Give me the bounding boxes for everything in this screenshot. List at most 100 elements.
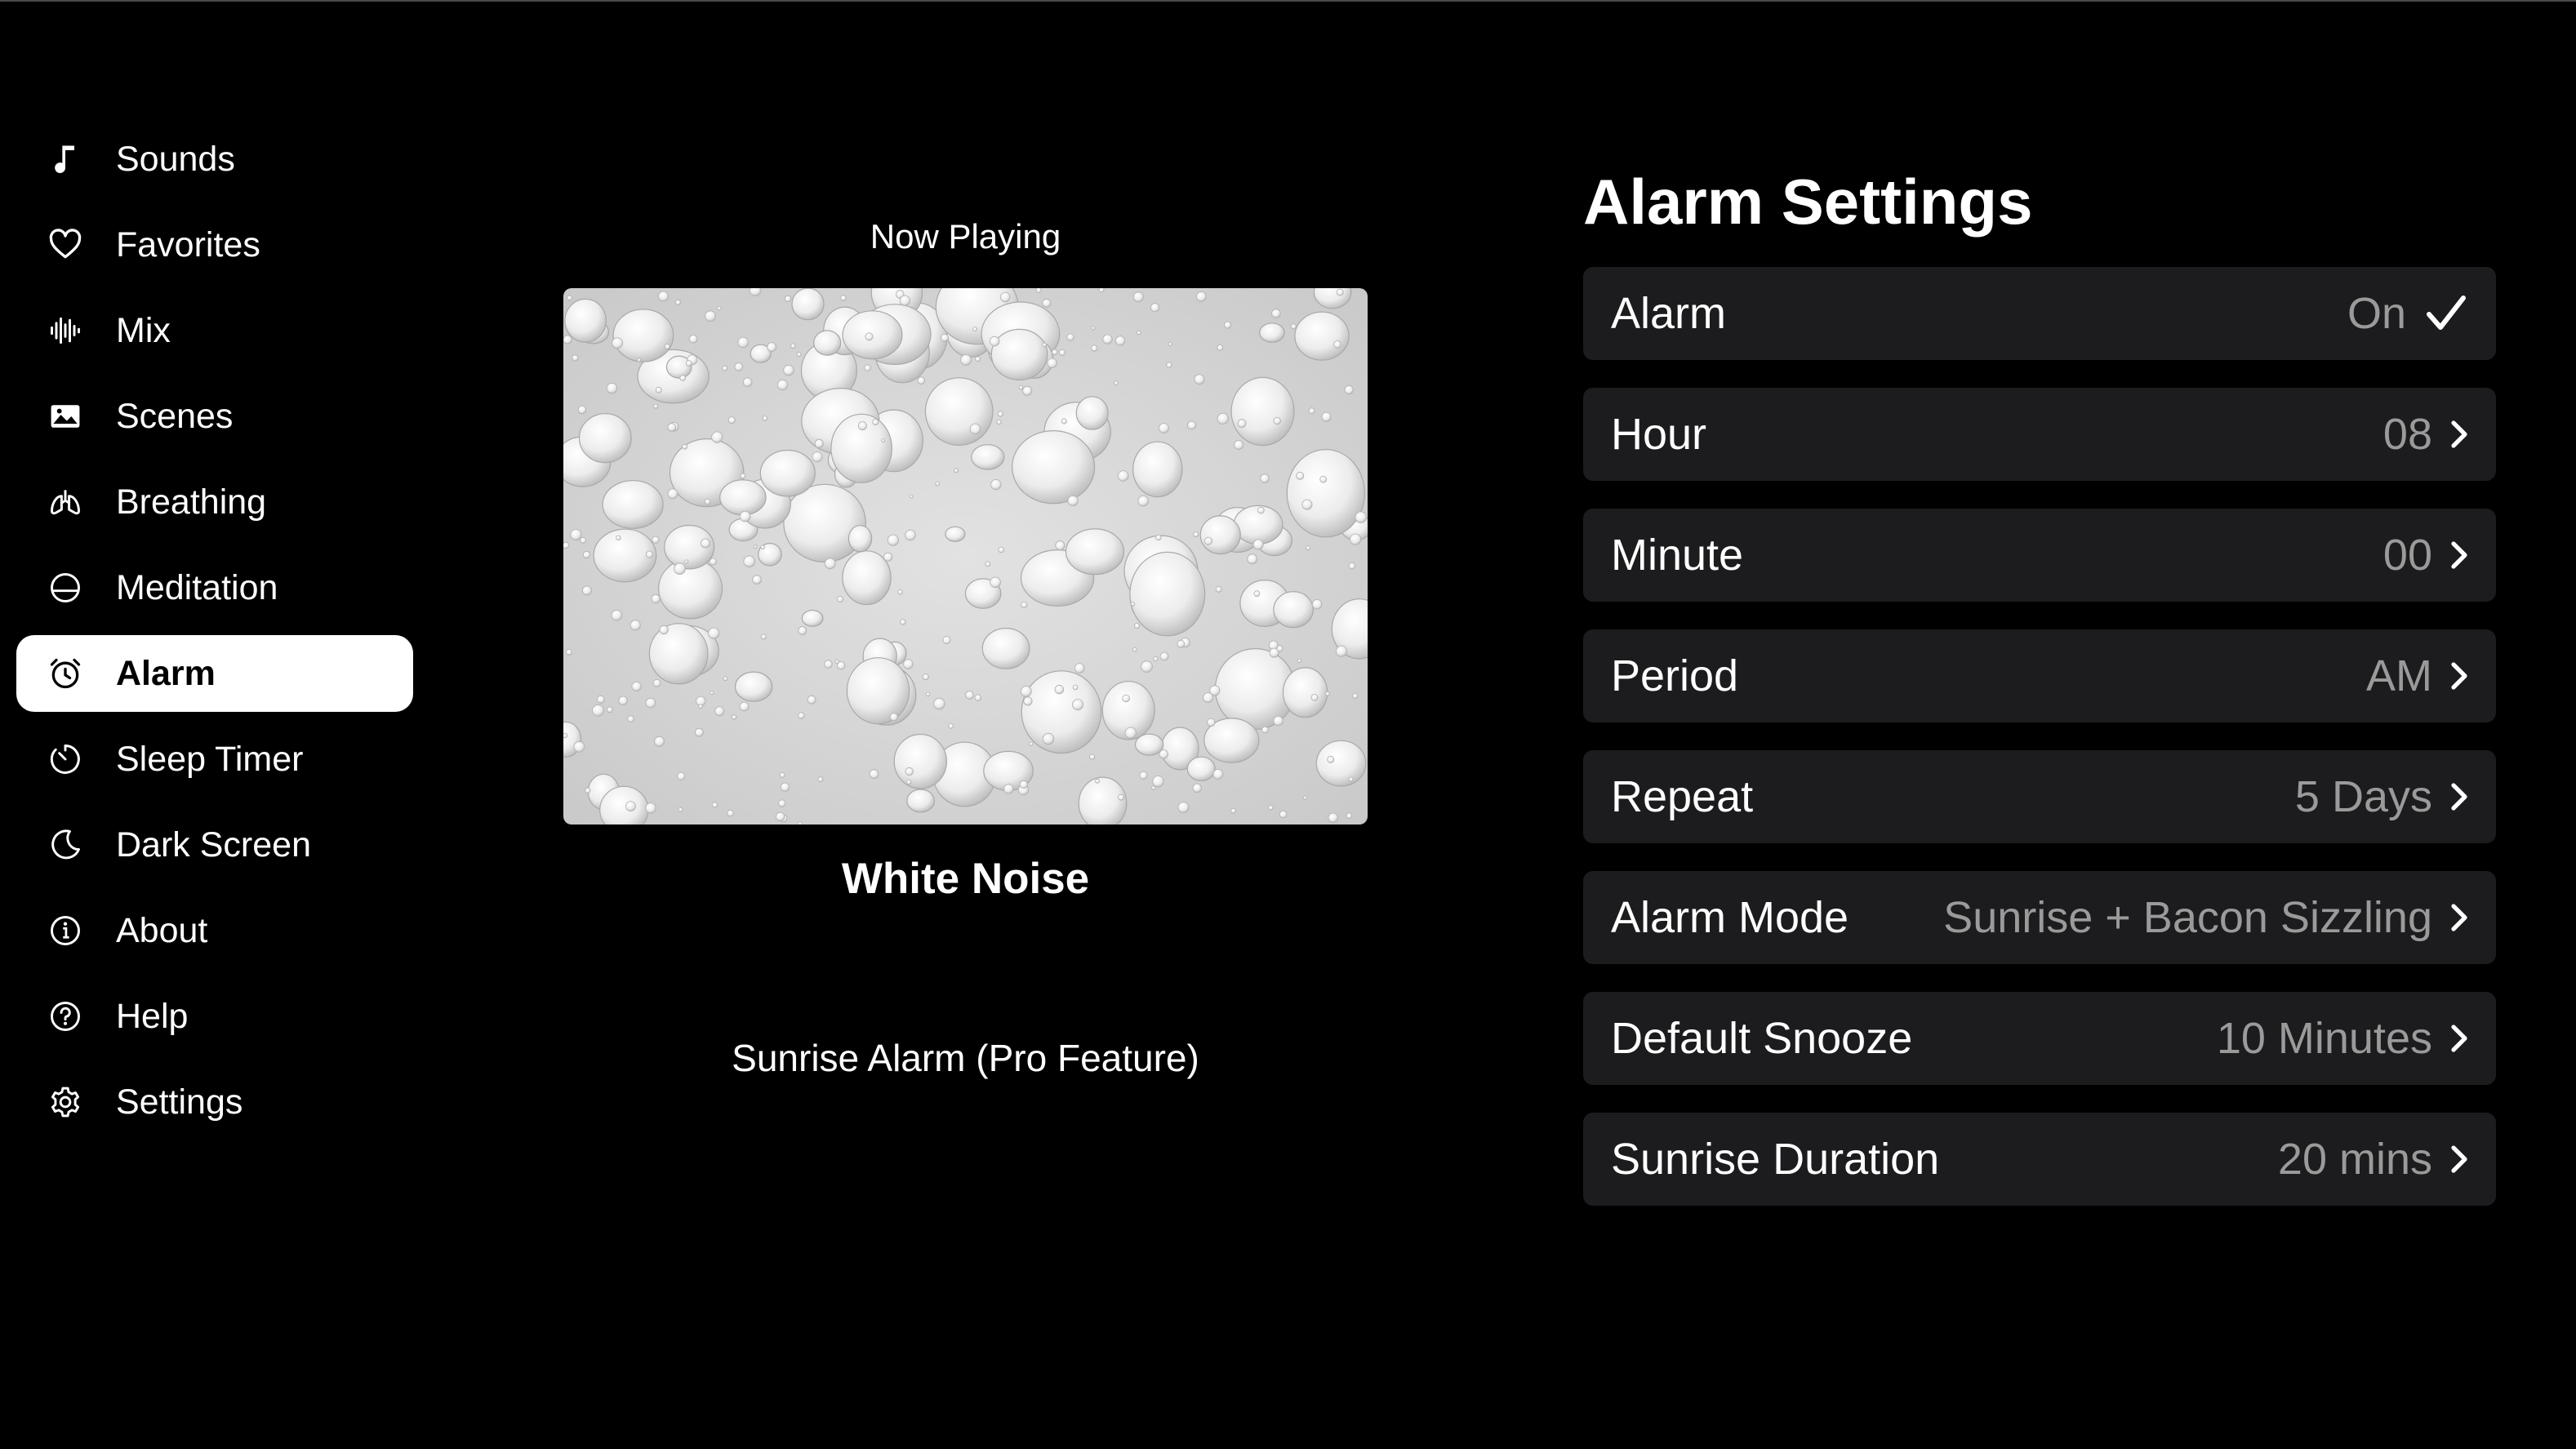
water-droplet-small <box>1074 663 1085 673</box>
water-droplet-small <box>1098 288 1105 293</box>
chevron-right-icon <box>2451 1025 2467 1052</box>
water-droplet-small <box>840 295 847 301</box>
water-droplet-small <box>577 405 587 415</box>
info-icon <box>47 911 116 950</box>
water-droplet-small <box>652 678 661 687</box>
sunrise-duration-row[interactable]: Sunrise Duration 20 mins <box>1583 1113 2496 1206</box>
minute-row[interactable]: Minute 00 <box>1583 509 2496 602</box>
sidebar-item-meditation[interactable]: Meditation <box>16 549 413 626</box>
row-label: Repeat <box>1611 772 1754 821</box>
water-droplet-small <box>999 291 1011 303</box>
water-droplet-small <box>1230 807 1236 814</box>
water-droplet-small <box>798 712 805 719</box>
water-droplet <box>848 525 873 553</box>
water-droplet-small <box>1155 534 1162 541</box>
sidebar-item-sleep-timer[interactable]: Sleep Timer <box>16 721 413 798</box>
period-row[interactable]: Period AM <box>1583 629 2496 722</box>
water-droplet-small <box>677 771 686 780</box>
sidebar-item-sounds[interactable]: Sounds <box>16 121 413 198</box>
water-droplet <box>1230 376 1295 447</box>
water-droplet-small <box>752 575 762 584</box>
water-droplet-small <box>1207 718 1216 727</box>
water-droplet-small <box>1137 331 1141 336</box>
row-value: 20 mins <box>2277 1135 2432 1184</box>
water-droplet-small <box>625 801 636 811</box>
sidebar-item-dark-screen[interactable]: Dark Screen <box>16 807 413 883</box>
waveform-icon <box>47 311 116 350</box>
chevron-right-icon <box>2451 662 2467 690</box>
water-droplet-small <box>1193 531 1199 538</box>
gear-icon <box>47 1082 116 1122</box>
water-droplet <box>1286 449 1365 538</box>
water-droplet-small <box>611 609 623 621</box>
water-droplet-small <box>685 360 692 367</box>
water-droplet-small <box>582 550 591 559</box>
water-droplet-small <box>709 558 717 566</box>
water-droplet-small <box>739 701 750 712</box>
water-droplet-small <box>905 767 914 776</box>
water-droplet-small <box>857 421 867 431</box>
water-droplet-small <box>1261 726 1269 734</box>
water-droplet-small <box>1253 590 1261 598</box>
water-droplet-small <box>612 337 624 349</box>
water-droplet-small <box>607 706 613 713</box>
repeat-row[interactable]: Repeat 5 Days <box>1583 750 2496 843</box>
water-droplet-small <box>1089 753 1096 760</box>
checkmark-icon <box>2427 296 2466 330</box>
default-snooze-row[interactable]: Default Snooze 10 Minutes <box>1583 992 2496 1085</box>
alarm-mode-row[interactable]: Alarm Mode Sunrise + Bacon Sizzling <box>1583 871 2496 964</box>
water-droplet-small <box>1118 793 1124 801</box>
water-droplet <box>791 288 825 321</box>
sidebar-item-favorites[interactable]: Favorites <box>16 207 413 283</box>
water-droplet-small <box>743 555 756 568</box>
water-droplet-small <box>783 364 794 376</box>
water-droplet-small <box>664 344 670 349</box>
water-droplet-small <box>1042 342 1047 348</box>
water-droplet-small <box>865 332 874 341</box>
sidebar: Sounds Favorites Mix Scenes Breathing Me… <box>16 121 413 1149</box>
sidebar-item-breathing[interactable]: Breathing <box>16 464 413 540</box>
water-droplet <box>981 628 1030 669</box>
water-droplet-small <box>714 706 725 717</box>
sidebar-item-help[interactable]: Help <box>16 978 413 1055</box>
pro-feature-label[interactable]: Sunrise Alarm (Pro Feature) <box>563 1036 1368 1080</box>
water-droplet-small <box>708 627 720 639</box>
water-droplet-small <box>1122 694 1130 703</box>
sidebar-item-about[interactable]: About <box>16 892 413 969</box>
water-droplet-small <box>1141 660 1153 673</box>
water-droplet-small <box>698 704 703 709</box>
sidebar-item-scenes[interactable]: Scenes <box>16 378 413 455</box>
meditation-icon <box>47 568 116 607</box>
water-droplet-small <box>869 769 879 780</box>
water-droplet-small <box>1152 776 1164 788</box>
question-icon <box>47 997 116 1036</box>
water-droplet-small <box>1321 411 1332 422</box>
sidebar-item-alarm[interactable]: Alarm <box>16 635 413 712</box>
hour-row[interactable]: Hour 08 <box>1583 388 2496 481</box>
water-droplet-small <box>909 494 914 499</box>
now-playing-artwork[interactable] <box>563 288 1368 825</box>
sidebar-item-mix[interactable]: Mix <box>16 292 413 369</box>
water-droplet <box>1078 776 1128 825</box>
water-droplet-small <box>1020 685 1032 697</box>
row-value: 08 <box>2382 410 2432 459</box>
alarm-settings-panel: Alarm Settings Alarm On Hour 08 Minute 0… <box>1583 163 2496 1233</box>
row-value: On <box>2347 289 2406 338</box>
water-droplet-small <box>960 354 972 366</box>
water-droplet-small <box>997 411 1004 417</box>
water-droplet-small <box>618 696 628 706</box>
water-droplet-small <box>798 626 808 635</box>
alarm-toggle-row[interactable]: Alarm On <box>1583 267 2496 360</box>
water-droplet-small <box>1021 601 1028 608</box>
sidebar-item-settings[interactable]: Settings <box>16 1064 413 1140</box>
water-droplet-small <box>1061 418 1067 424</box>
water-droplet-small <box>1042 732 1055 745</box>
water-droplet-small <box>776 379 789 391</box>
water-droplet-small <box>1346 812 1353 819</box>
water-droplet-small <box>1137 495 1149 507</box>
water-droplet-small <box>1203 536 1213 545</box>
water-droplet-small <box>682 443 688 450</box>
water-droplet-small <box>711 802 719 808</box>
sidebar-item-label: Dark Screen <box>116 825 311 865</box>
water-droplet-small <box>969 423 981 435</box>
